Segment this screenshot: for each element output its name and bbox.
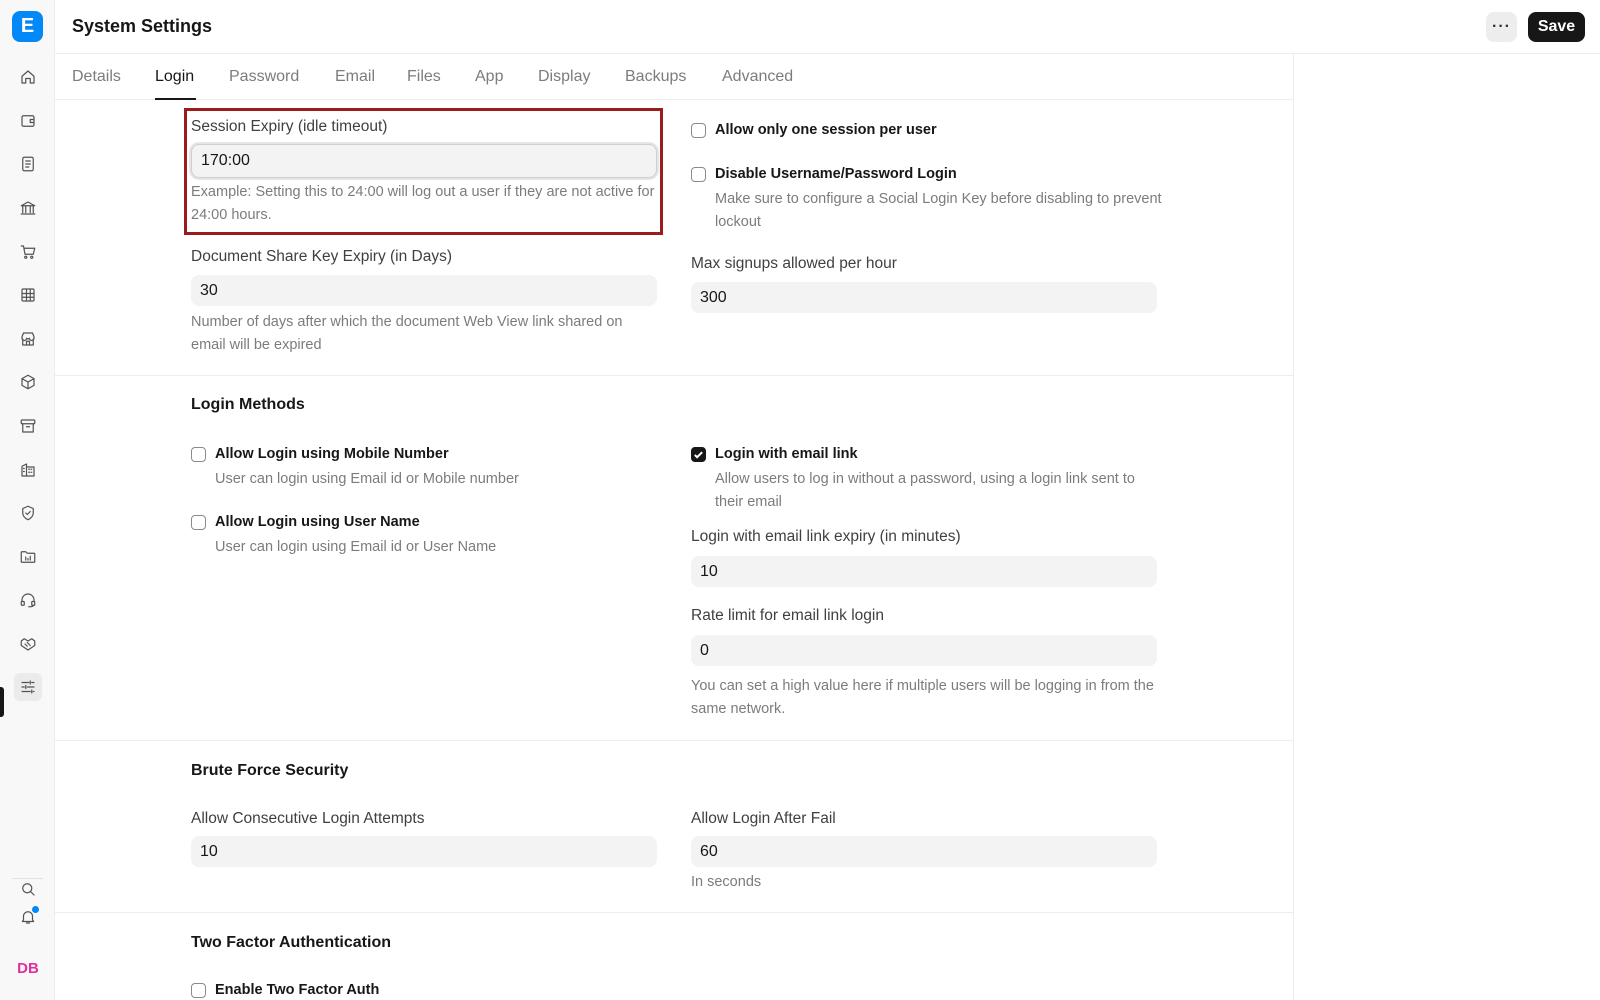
wallet-icon[interactable] xyxy=(14,107,42,135)
two-factor-label: Enable Two Factor Auth xyxy=(215,982,380,998)
avatar[interactable]: DB xyxy=(13,957,43,981)
username-login-checkbox-row[interactable]: Allow Login using User Name xyxy=(191,514,420,530)
tab-advanced[interactable]: Advanced xyxy=(722,68,793,86)
disable-login-checkbox[interactable] xyxy=(691,166,706,182)
share-key-expiry-help: Number of days after which the document … xyxy=(191,314,623,353)
check-icon xyxy=(694,450,703,459)
email-link-help: Allow users to log in without a password… xyxy=(715,471,1135,510)
table-icon[interactable] xyxy=(14,281,42,309)
archive-icon[interactable] xyxy=(14,412,42,440)
login-after-fail-input[interactable]: 60 xyxy=(691,836,1157,867)
tab-files[interactable]: Files xyxy=(407,68,441,86)
sidebar: E DB xyxy=(0,0,55,1000)
notification-dot xyxy=(32,906,39,913)
active-nav-indicator xyxy=(0,687,4,717)
handshake-icon[interactable] xyxy=(14,630,42,658)
headset-icon[interactable] xyxy=(14,586,42,614)
section-divider xyxy=(55,740,1293,741)
email-link-checkbox-row[interactable]: Login with email link xyxy=(691,446,858,462)
two-factor-checkbox[interactable] xyxy=(191,982,206,998)
tab-login[interactable]: Login xyxy=(155,68,194,86)
rate-limit-label: Rate limit for email link login xyxy=(691,607,884,624)
mobile-login-checkbox[interactable] xyxy=(191,446,206,462)
save-button[interactable]: Save xyxy=(1528,12,1585,42)
rate-limit-help: You can set a high value here if multipl… xyxy=(691,678,1154,717)
brute-force-title: Brute Force Security xyxy=(191,762,349,779)
mobile-login-checkbox-row[interactable]: Allow Login using Mobile Number xyxy=(191,446,449,462)
section-divider xyxy=(55,375,1293,376)
session-expiry-label: Session Expiry (idle timeout) xyxy=(191,118,388,135)
app-logo[interactable]: E xyxy=(12,11,43,42)
search-icon[interactable] xyxy=(14,875,42,903)
home-icon[interactable] xyxy=(14,63,42,91)
username-login-help: User can login using Email id or User Na… xyxy=(215,539,497,555)
active-tab-underline xyxy=(155,98,196,100)
rate-limit-input[interactable]: 0 xyxy=(691,635,1157,666)
section-divider xyxy=(55,912,1293,913)
login-attempts-label: Allow Consecutive Login Attempts xyxy=(191,810,425,827)
more-actions-button[interactable]: ··· xyxy=(1486,12,1517,42)
one-session-label: Allow only one session per user xyxy=(715,122,937,138)
document-icon[interactable] xyxy=(14,150,42,178)
login-methods-title: Login Methods xyxy=(191,396,305,413)
building-icon[interactable] xyxy=(14,456,42,484)
email-link-expiry-input[interactable]: 10 xyxy=(691,556,1157,587)
session-expiry-input[interactable]: 170:00 xyxy=(191,144,657,178)
disable-login-checkbox-row[interactable]: Disable Username/Password Login xyxy=(691,166,957,182)
tab-backups[interactable]: Backups xyxy=(625,68,686,86)
right-panel-divider xyxy=(1293,54,1294,1000)
store-icon[interactable] xyxy=(14,325,42,353)
header: System Settings ··· Save xyxy=(55,0,1600,54)
session-expiry-help: Example: Setting this to 24:00 will log … xyxy=(191,184,655,223)
folder-icon[interactable] xyxy=(14,543,42,571)
disable-login-label: Disable Username/Password Login xyxy=(715,166,957,182)
tab-app[interactable]: App xyxy=(475,68,503,86)
share-key-expiry-label: Document Share Key Expiry (in Days) xyxy=(191,248,453,265)
login-after-fail-help: In seconds xyxy=(691,874,762,890)
login-after-fail-label: Allow Login After Fail xyxy=(691,810,836,827)
login-attempts-input[interactable]: 10 xyxy=(191,836,657,867)
shield-icon[interactable] xyxy=(14,499,42,527)
max-signups-input[interactable]: 300 xyxy=(691,282,1157,313)
tab-email[interactable]: Email xyxy=(335,68,375,86)
tab-display[interactable]: Display xyxy=(538,68,590,86)
tab-password[interactable]: Password xyxy=(229,68,299,86)
email-link-expiry-label: Login with email link expiry (in minutes… xyxy=(691,528,961,545)
settings-tabs: Details Login Password Email Files App D… xyxy=(55,54,1293,100)
tab-details[interactable]: Details xyxy=(72,68,121,86)
email-link-label: Login with email link xyxy=(715,446,858,462)
username-login-label: Allow Login using User Name xyxy=(215,514,420,530)
max-signups-label: Max signups allowed per hour xyxy=(691,255,897,272)
two-factor-checkbox-row[interactable]: Enable Two Factor Auth xyxy=(191,982,379,998)
box-icon[interactable] xyxy=(14,368,42,396)
email-link-checkbox[interactable] xyxy=(691,446,706,462)
disable-login-help: Make sure to configure a Social Login Ke… xyxy=(715,191,1162,230)
username-login-checkbox[interactable] xyxy=(191,514,206,530)
cart-icon[interactable] xyxy=(14,238,42,266)
bank-icon[interactable] xyxy=(14,194,42,222)
one-session-checkbox-row[interactable]: Allow only one session per user xyxy=(691,122,937,138)
mobile-login-label: Allow Login using Mobile Number xyxy=(215,446,449,462)
page-title: System Settings xyxy=(72,16,213,36)
mobile-login-help: User can login using Email id or Mobile … xyxy=(215,471,519,487)
bell-icon[interactable] xyxy=(14,903,42,931)
one-session-checkbox[interactable] xyxy=(691,122,706,138)
sliders-icon[interactable] xyxy=(14,673,42,701)
share-key-expiry-input[interactable]: 30 xyxy=(191,275,657,306)
two-factor-title: Two Factor Authentication xyxy=(191,934,391,951)
